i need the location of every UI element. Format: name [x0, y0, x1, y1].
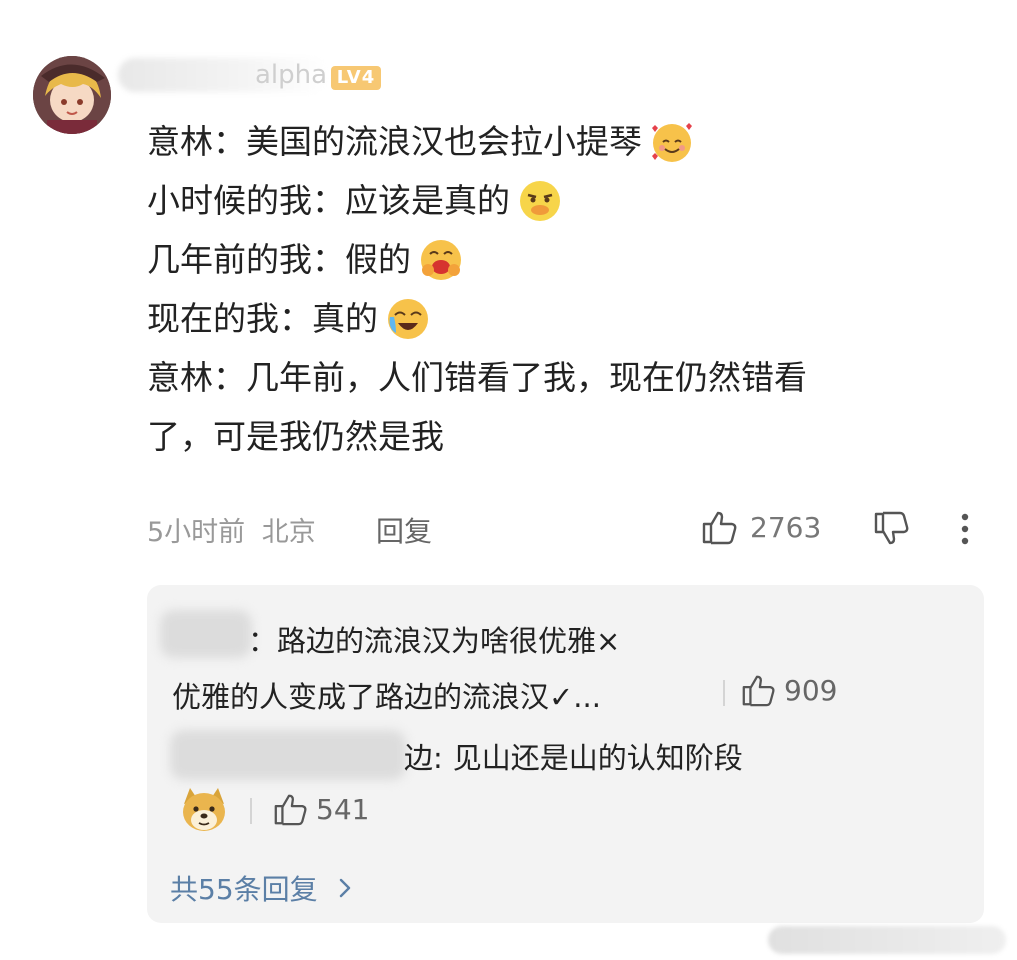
watermark: [768, 926, 1006, 954]
reply-like-button[interactable]: 541: [272, 791, 369, 827]
comment-location: 北京: [261, 517, 316, 548]
thumbs-up-icon: [702, 511, 737, 545]
total-replies-label: 共55条回复: [170, 873, 318, 906]
reply-line: ：路边的流浪汉为啥很优雅×: [248, 618, 620, 660]
dislike-button[interactable]: [872, 510, 910, 552]
comment-line-text: 几年前的我：假的: [147, 240, 411, 279]
reply-text: 路边的流浪汉为啥很优雅×: [277, 624, 621, 658]
more-vertical-icon: [961, 513, 969, 545]
reply-like-count: 541: [316, 792, 370, 826]
reply-button[interactable]: 回复: [376, 510, 432, 550]
comment-time: 5小时前: [147, 517, 246, 548]
reply-like-count: 909: [784, 673, 838, 707]
comment-line: 了，可是我仍然是我: [147, 407, 947, 466]
reply-name-suffix: 边:: [404, 741, 443, 775]
avatar-image: [33, 56, 111, 134]
reply-line: 优雅的人变成了路边的流浪汉✓...: [172, 674, 601, 716]
like-count: 2763: [750, 510, 822, 544]
crying-laughing-emoji-icon: [388, 298, 428, 339]
reply-line: 边: 见山还是山的认知阶段: [404, 735, 743, 777]
divider: [250, 798, 252, 824]
smiling-hearts-emoji-icon: [652, 122, 692, 162]
reply-text: 优雅的人变成了路边的流浪汉✓...: [172, 680, 601, 714]
comment-line-text: 了，可是我仍然是我: [147, 417, 444, 456]
comment-meta: 5小时前 北京: [147, 510, 316, 549]
comment-line: 小时候的我：应该是真的: [147, 171, 947, 230]
divider: [723, 680, 725, 706]
reply-like-button[interactable]: 909: [740, 672, 837, 708]
comment-line-text: 小时候的我：应该是真的: [147, 181, 510, 220]
thumbs-up-icon: [274, 794, 307, 826]
laughing-hands-emoji-icon: [421, 239, 461, 280]
reply-username-redacted[interactable]: [170, 730, 406, 780]
doge-emoji-icon: [183, 788, 225, 831]
chevron-right-icon: [339, 878, 350, 898]
reply-username-redacted[interactable]: [160, 610, 252, 658]
reply-name-suffix: ：: [248, 624, 278, 658]
like-button[interactable]: 2763: [700, 508, 821, 546]
comment-line: 现在的我：真的: [147, 289, 947, 348]
squint-skeptical-emoji-icon: [520, 180, 560, 221]
level-badge: LV4: [331, 66, 381, 90]
more-options-button[interactable]: [955, 512, 975, 552]
comment-line-text: 意林：美国的流浪汉也会拉小提琴: [147, 122, 642, 161]
comment-line: 几年前的我：假的: [147, 230, 947, 289]
thumbs-up-icon: [742, 675, 775, 707]
comment-line: 意林：美国的流浪汉也会拉小提琴: [147, 112, 947, 171]
comment-line-text: 现在的我：真的: [147, 299, 378, 338]
comment-line-text: 意林：几年前，人们错看了我，现在仍然错看: [147, 358, 807, 397]
comment-body: 意林：美国的流浪汉也会拉小提琴 小时候的我：应该是真的 几年前的我：假的 现在的…: [147, 112, 947, 466]
thumbs-down-icon: [874, 511, 909, 545]
reply-text: 见山还是山的认知阶段: [452, 741, 743, 775]
avatar[interactable]: [33, 56, 111, 134]
comment-line: 意林：几年前，人们错看了我，现在仍然错看: [147, 348, 947, 407]
view-all-replies-link[interactable]: 共55条回复: [170, 868, 356, 908]
username-partial: alpha: [255, 60, 328, 90]
